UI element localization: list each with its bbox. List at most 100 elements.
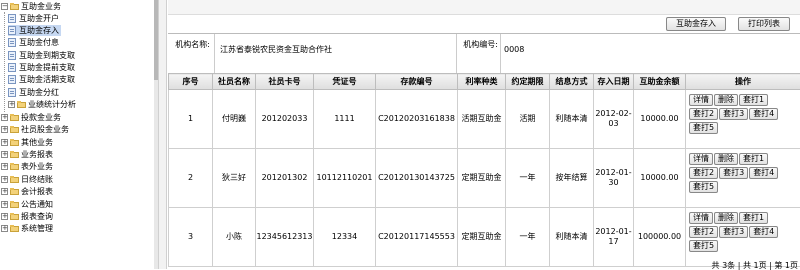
folder-icon xyxy=(10,114,19,121)
table-row: 1 付明巍 201202033 1111 C20120203161838 活期互… xyxy=(169,90,800,149)
col-header: 互助金余额 xyxy=(634,74,686,90)
table-row: 3 小陈 12345612313 12334 C20120117145553 定… xyxy=(169,208,800,267)
detail-button[interactable]: 详情 xyxy=(689,212,713,224)
expand-icon[interactable]: + xyxy=(1,213,8,220)
cell-date: 2012-01-30 xyxy=(594,149,634,208)
tree-node-group-0[interactable]: + 投款金业务 xyxy=(1,112,61,123)
cell-voucher: 1111 xyxy=(314,90,376,149)
tree-item-maturity-withdraw[interactable]: 互助金到期支取 xyxy=(8,50,75,61)
print3-button[interactable]: 套打3 xyxy=(719,167,748,179)
print5-button[interactable]: 套打5 xyxy=(689,122,718,134)
tree-guide-line xyxy=(4,12,5,112)
tree-node-label: 社员股金业务 xyxy=(21,124,69,135)
tree-node-group-9[interactable]: + 系统管理 xyxy=(1,223,53,234)
tree-node-root[interactable]: − 互助金业务 xyxy=(1,1,61,12)
cell-card: 12345612313 xyxy=(256,208,314,267)
tree-node-group-6[interactable]: + 会计报表 xyxy=(1,186,53,197)
page-icon xyxy=(8,14,16,23)
expand-icon[interactable]: + xyxy=(1,176,8,183)
expand-icon[interactable]: + xyxy=(1,151,8,158)
tree-node-group-5[interactable]: + 日终结账 xyxy=(1,174,53,185)
expand-icon[interactable]: + xyxy=(8,101,15,108)
cell-balance: 10000.00 xyxy=(634,149,686,208)
tree-node-group-2[interactable]: + 其他业务 xyxy=(1,137,53,148)
org-code-value: 0008 xyxy=(504,45,584,55)
cell-member: 付明巍 xyxy=(213,90,256,149)
cell-rate-type: 定期互助金 xyxy=(458,149,506,208)
print-list-button[interactable]: 打印列表 xyxy=(738,17,790,31)
tree-item-dividend[interactable]: 互助金分红 xyxy=(8,87,59,98)
folder-icon xyxy=(10,176,19,183)
expand-icon[interactable]: + xyxy=(1,188,8,195)
print2-button[interactable]: 套打2 xyxy=(689,226,718,238)
folder-icon xyxy=(10,151,19,158)
print4-button[interactable]: 套打4 xyxy=(749,167,778,179)
deposit-table: 序号 社员名称 社员卡号 凭证号 存款编号 利率种类 约定期限 结息方式 存入日… xyxy=(168,73,800,267)
cell-deposit-no: C20120117145553 xyxy=(376,208,458,267)
org-code-label: 机构编号: xyxy=(460,40,498,50)
tree-node-performance[interactable]: + 业绩统计分析 xyxy=(8,99,76,110)
folder-icon xyxy=(10,213,19,220)
org-name-label: 机构名称: xyxy=(172,40,210,50)
tree-item-early-withdraw[interactable]: 互助金提前支取 xyxy=(8,62,75,73)
cell-date: 2012-02-03 xyxy=(594,90,634,149)
detail-button[interactable]: 详情 xyxy=(689,94,713,106)
print3-button[interactable]: 套打3 xyxy=(719,226,748,238)
tree-node-group-1[interactable]: + 社员股金业务 xyxy=(1,124,69,135)
tree-node-label: 其他业务 xyxy=(21,137,53,148)
tree-item-deposit[interactable]: 互助金存入 xyxy=(8,25,61,36)
col-header: 社员名称 xyxy=(213,74,256,90)
folder-icon xyxy=(10,201,19,208)
tree-item-demand-withdraw[interactable]: 互助金活期支取 xyxy=(8,74,75,85)
cell-interest: 按年结算 xyxy=(550,149,594,208)
deposit-button[interactable]: 互助金存入 xyxy=(666,17,726,31)
expand-icon[interactable]: + xyxy=(1,126,8,133)
page-icon xyxy=(8,51,16,60)
print5-button[interactable]: 套打5 xyxy=(689,181,718,193)
cell-card: 201201302 xyxy=(256,149,314,208)
collapse-icon[interactable]: − xyxy=(1,3,8,10)
print2-button[interactable]: 套打2 xyxy=(689,167,718,179)
detail-button[interactable]: 详情 xyxy=(689,153,713,165)
col-header: 存入日期 xyxy=(594,74,634,90)
print4-button[interactable]: 套打4 xyxy=(749,226,778,238)
cell-actions: 详情删除套打1 套打2套打3套打4 套打5 xyxy=(686,149,800,208)
tree-node-group-7[interactable]: + 公告通知 xyxy=(1,199,53,210)
org-info-panel: 机构名称: 江苏省泰锐农民资金互助合作社 机构编号: 0008 xyxy=(168,33,800,75)
page-icon xyxy=(8,63,16,72)
tree-item-label: 互助金付息 xyxy=(19,37,59,48)
print1-button[interactable]: 套打1 xyxy=(739,94,768,106)
col-header: 约定期限 xyxy=(506,74,550,90)
tree-node-label: 表外业务 xyxy=(21,161,53,172)
col-header: 结息方式 xyxy=(550,74,594,90)
expand-icon[interactable]: + xyxy=(1,139,8,146)
col-header: 序号 xyxy=(169,74,213,90)
tree-item-label: 互助金活期支取 xyxy=(19,74,75,85)
tree-node-group-4[interactable]: + 表外业务 xyxy=(1,161,53,172)
table-row: 2 狄三好 201201302 10112110201 C20120130143… xyxy=(169,149,800,208)
tree-node-label: 投款金业务 xyxy=(21,112,61,123)
print3-button[interactable]: 套打3 xyxy=(719,108,748,120)
expand-icon[interactable]: + xyxy=(1,163,8,170)
delete-button[interactable]: 删除 xyxy=(714,94,738,106)
tree-node-group-8[interactable]: + 报表查询 xyxy=(1,211,53,222)
print2-button[interactable]: 套打2 xyxy=(689,108,718,120)
expand-icon[interactable]: + xyxy=(1,225,8,232)
expand-icon[interactable]: + xyxy=(1,201,8,208)
tree-node-label: 公告通知 xyxy=(21,199,53,210)
panel-splitter[interactable] xyxy=(158,0,167,269)
cell-voucher: 12334 xyxy=(314,208,376,267)
tree-item-open-account[interactable]: 互助金开户 xyxy=(8,13,59,24)
tree-node-group-3[interactable]: + 业务报表 xyxy=(1,149,53,160)
tree-item-label: 业绩统计分析 xyxy=(28,99,76,110)
delete-button[interactable]: 删除 xyxy=(714,212,738,224)
delete-button[interactable]: 删除 xyxy=(714,153,738,165)
print5-button[interactable]: 套打5 xyxy=(689,240,718,252)
tree-item-interest[interactable]: 互助金付息 xyxy=(8,37,59,48)
folder-icon xyxy=(10,126,19,133)
print4-button[interactable]: 套打4 xyxy=(749,108,778,120)
print1-button[interactable]: 套打1 xyxy=(739,153,768,165)
folder-icon xyxy=(10,225,19,232)
expand-icon[interactable]: + xyxy=(1,114,8,121)
print1-button[interactable]: 套打1 xyxy=(739,212,768,224)
